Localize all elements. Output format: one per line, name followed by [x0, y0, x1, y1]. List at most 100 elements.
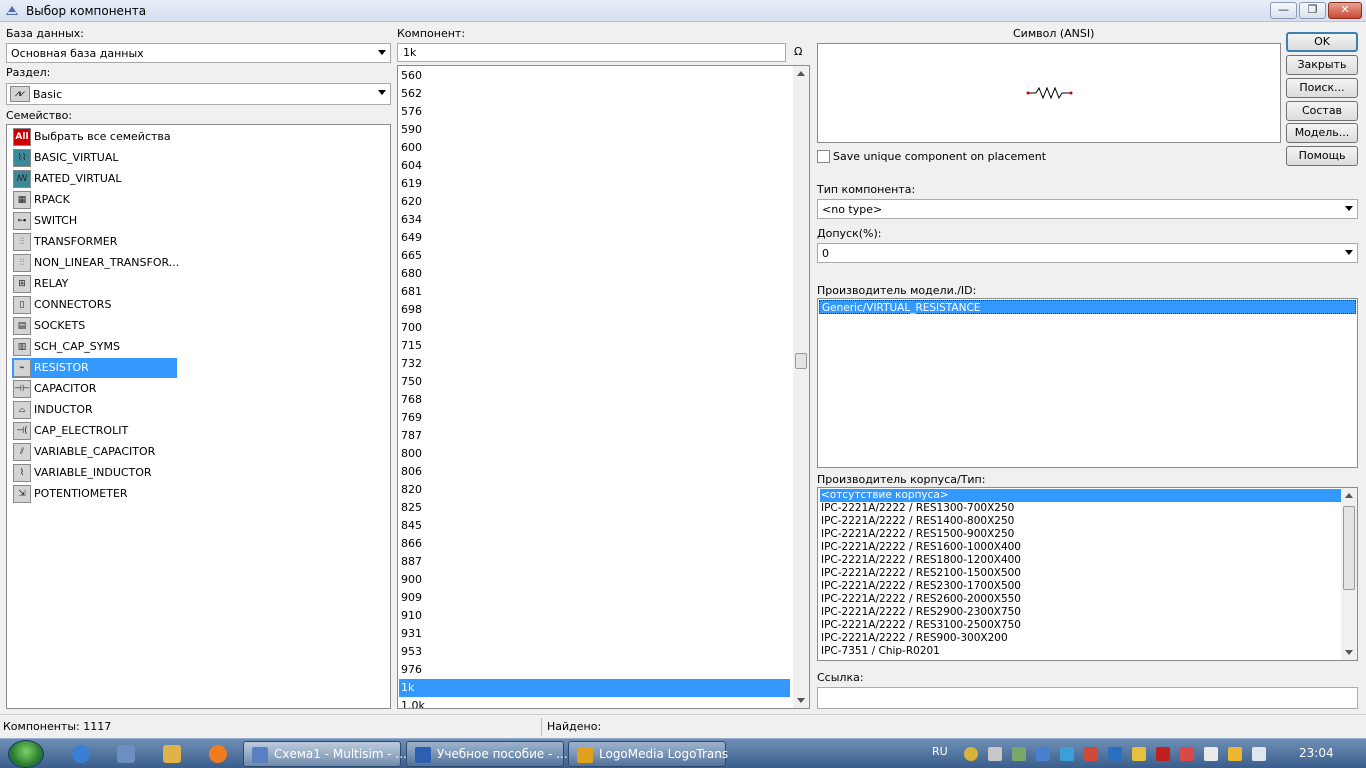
network-icon[interactable] [1228, 747, 1242, 761]
component-item[interactable]: 665 [399, 247, 790, 265]
tray-app-icon[interactable] [1012, 747, 1026, 761]
tray-app-icon[interactable] [1180, 747, 1194, 761]
footprint-item[interactable]: IPC-2221A/2222 / RES2100-1500X500 [820, 567, 1341, 580]
scroll-down-icon[interactable] [1345, 650, 1353, 655]
taskbar-item[interactable]: Схема1 - Multisim - ... [243, 741, 407, 767]
family-item[interactable]: ⫶⫶ TRANSFORMER [12, 232, 177, 252]
component-item[interactable]: 825 [399, 499, 790, 517]
footprint-list[interactable]: <отсутствие корпуса> IPC-2221A/2222 / RES… [817, 487, 1358, 661]
scroll-up-icon[interactable] [797, 71, 805, 76]
family-item[interactable]: ⊞ RELAY [12, 274, 177, 294]
tray-app-icon[interactable] [1132, 747, 1146, 761]
component-item[interactable]: 1.0k [399, 697, 790, 708]
safely-remove-icon[interactable] [1156, 747, 1170, 761]
volume-icon[interactable] [1252, 747, 1266, 761]
component-item[interactable]: 866 [399, 535, 790, 553]
detail-report-button[interactable]: Состав [1286, 101, 1358, 121]
family-item[interactable]: ▥ SCH_CAP_SYMS [12, 337, 177, 357]
model-button[interactable]: Модель... [1286, 123, 1358, 143]
component-item[interactable]: 806 [399, 463, 790, 481]
component-item[interactable]: 590 [399, 121, 790, 139]
footprint-item[interactable]: IPC-2221A/2222 / RES2300-1700X500 [820, 580, 1341, 593]
family-item[interactable]: ⫶⫶ NON_LINEAR_TRANSFOR... [12, 253, 179, 273]
tray-app-icon[interactable] [1108, 747, 1122, 761]
component-item[interactable]: 820 [399, 481, 790, 499]
footprint-item[interactable]: IPC-7351 / Chip-R0201 [820, 645, 1341, 658]
database-select[interactable]: Основная база данных [6, 43, 391, 63]
component-scrollbar[interactable] [793, 66, 809, 708]
component-item[interactable]: 562 [399, 85, 790, 103]
taskbar-item[interactable]: Учебное пособие - ... [406, 741, 568, 767]
family-item[interactable]: ⊣⊢ CAPACITOR [12, 379, 177, 399]
component-item[interactable]: 787 [399, 427, 790, 445]
close-button[interactable]: Закрыть [1286, 55, 1358, 75]
hyperlink-input[interactable] [817, 687, 1358, 709]
internet-explorer-icon[interactable] [72, 745, 90, 763]
family-item[interactable]: ▦ RPACK [12, 190, 177, 210]
taskbar-item[interactable]: LogoMedia LogoTrans [568, 741, 728, 767]
family-list[interactable]: All Выбрать все семейства ⌇⌇ BASIC_VIRTUAL ꟿ… [6, 124, 391, 709]
component-item[interactable]: 909 [399, 589, 790, 607]
footprint-item[interactable]: IPC-2221A/2222 / RES1300-700X250 [820, 502, 1341, 515]
family-item[interactable]: ꟿ RATED_VIRTUAL [12, 169, 177, 189]
component-item[interactable]: 681 [399, 283, 790, 301]
family-item[interactable]: All Выбрать все семейства [12, 127, 177, 147]
family-item[interactable]: ▤ SOCKETS [12, 316, 177, 336]
component-item[interactable]: 887 [399, 553, 790, 571]
component-item[interactable]: 619 [399, 175, 790, 193]
tolerance-select[interactable]: 0 [817, 243, 1358, 263]
component-item[interactable]: 910 [399, 607, 790, 625]
action-center-icon[interactable] [1204, 747, 1218, 761]
family-item[interactable]: ⌓ INDUCTOR [12, 400, 177, 420]
family-item[interactable]: ⫽ VARIABLE_CAPACITOR [12, 442, 177, 462]
footprint-item[interactable]: IPC-2221A/2222 / RES1800-1200X400 [820, 554, 1341, 567]
help-button[interactable]: Помощь [1286, 146, 1358, 166]
family-item[interactable]: ▯ CONNECTORS [12, 295, 177, 315]
component-item[interactable]: 560 [399, 67, 790, 85]
clock[interactable]: 23:04 [1299, 746, 1334, 760]
footprint-item[interactable]: IPC-2221A/2222 / RES900-300X200 [820, 632, 1341, 645]
folder-icon[interactable] [163, 745, 181, 763]
footprint-item[interactable]: IPC-2221A/2222 / RES1600-1000X400 [820, 541, 1341, 554]
list-item[interactable]: Generic/VIRTUAL_RESISTANCE [819, 300, 1356, 314]
footprint-item[interactable]: IPC-2221A/2222 / RES2900-2300X750 [820, 606, 1341, 619]
component-item[interactable]: 698 [399, 301, 790, 319]
component-item[interactable]: 800 [399, 445, 790, 463]
component-item[interactable]: 953 [399, 643, 790, 661]
component-item[interactable]: 649 [399, 229, 790, 247]
footprint-item[interactable]: IPC-2221A/2222 / RES2600-2000X550 [820, 593, 1341, 606]
footprint-item[interactable]: <отсутствие корпуса> [820, 489, 1341, 502]
component-search-input[interactable] [397, 43, 786, 62]
component-item[interactable]: 680 [399, 265, 790, 283]
group-select[interactable]: ⩘⩗ Basic [6, 83, 391, 105]
family-item[interactable]: ⊶ SWITCH [12, 211, 177, 231]
minimize-button[interactable]: — [1270, 2, 1297, 19]
tray-app-icon[interactable] [988, 747, 1002, 761]
component-item[interactable]: 715 [399, 337, 790, 355]
maximize-button[interactable]: ❐ [1299, 2, 1326, 19]
component-item[interactable]: 604 [399, 157, 790, 175]
desktop-icon[interactable] [117, 745, 135, 763]
tray-app-icon[interactable] [1036, 747, 1050, 761]
component-item[interactable]: 931 [399, 625, 790, 643]
language-indicator[interactable]: RU [932, 745, 948, 758]
close-window-button[interactable]: ✕ [1328, 2, 1362, 19]
search-button[interactable]: Поиск... [1286, 78, 1358, 98]
component-item[interactable]: 900 [399, 571, 790, 589]
media-player-icon[interactable] [209, 745, 227, 763]
family-item[interactable]: ⌁ RESISTOR [12, 358, 177, 378]
omega-icon[interactable]: Ω [794, 45, 802, 58]
component-item[interactable]: 620 [399, 193, 790, 211]
component-item[interactable]: 700 [399, 319, 790, 337]
model-manufacturer-list[interactable]: Generic/VIRTUAL_RESISTANCE [817, 298, 1358, 468]
footprint-item[interactable]: IPC-2221A/2222 / RES3100-2500X750 [820, 619, 1341, 632]
component-item[interactable]: 732 [399, 355, 790, 373]
component-item[interactable]: 768 [399, 391, 790, 409]
family-item[interactable]: ⇲ POTENTIOMETER [12, 484, 177, 504]
scroll-up-icon[interactable] [1345, 493, 1353, 498]
component-item[interactable]: 750 [399, 373, 790, 391]
tray-app-icon[interactable] [1060, 747, 1074, 761]
family-item[interactable]: ⌇⌇ BASIC_VIRTUAL [12, 148, 177, 168]
scroll-thumb[interactable] [795, 353, 807, 369]
ok-button[interactable]: OK [1286, 32, 1358, 52]
